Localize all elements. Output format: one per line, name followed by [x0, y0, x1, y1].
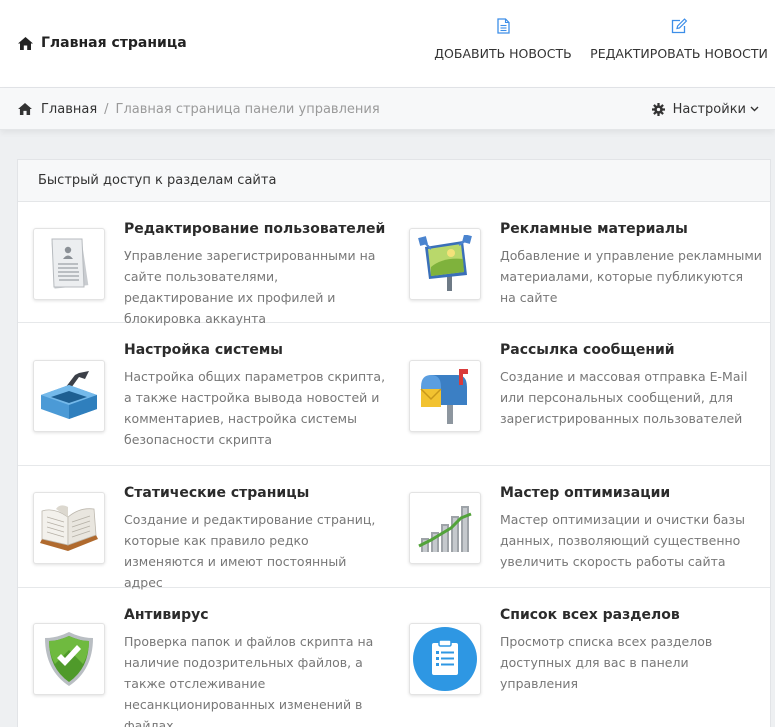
edit-news-label: РЕДАКТИРОВАТЬ НОВОСТИ [590, 46, 768, 61]
item-title: Редактирование пользователей [124, 221, 386, 237]
thumbnail [33, 623, 105, 695]
quick-link-mailing[interactable]: Рассылка сообщений Создание и массовая о… [394, 323, 770, 465]
item-title: Статические страницы [124, 485, 310, 501]
breadcrumb: Главная / Главная страница панели управл… [18, 100, 380, 118]
gear-icon [651, 102, 665, 116]
item-description: Добавление и управление рекламными матер… [500, 248, 762, 305]
quick-link-edit-users[interactable]: Редактирование пользователей Управление … [18, 202, 394, 326]
thumbnail [33, 492, 105, 564]
item-description: Управление зарегистрированными на сайте … [124, 248, 376, 326]
chevron-down-icon [750, 106, 759, 112]
quick-link-static-pages[interactable]: Статические страницы Создание и редактир… [18, 466, 394, 590]
thumbnail [33, 228, 105, 300]
item-description: Мастер оптимизации и очистки базы данных… [500, 512, 745, 569]
quick-access-row: Статические страницы Создание и редактир… [18, 466, 770, 590]
file-text-icon [496, 18, 510, 34]
quick-link-antivirus[interactable]: Антивирус Проверка папок и файлов скрипт… [18, 588, 394, 727]
quick-access-panel: Быстрый доступ к разделам сайта Редактир… [17, 159, 771, 727]
clipboard-list-icon [413, 627, 477, 691]
thumbnail [409, 623, 481, 695]
add-news-label: ДОБАВИТЬ НОВОСТЬ [434, 46, 572, 61]
toolbox-icon [41, 371, 97, 419]
top-bar: Главная страница ДОБАВИТЬ НОВОСТЬ РЕДАКТ… [0, 0, 775, 88]
quick-access-row: Настройка системы Настройка общих параме… [18, 323, 770, 466]
item-title: Список всех разделов [500, 607, 680, 623]
user-document-icon [51, 238, 89, 289]
edit-news-button[interactable]: РЕДАКТИРОВАТЬ НОВОСТИ [590, 18, 768, 61]
quick-link-all-sections[interactable]: Список всех разделов Просмотр списка все… [394, 588, 770, 727]
item-title: Рекламные материалы [500, 221, 688, 237]
item-description: Просмотр списка всех разделов доступных … [500, 634, 713, 691]
settings-dropdown[interactable]: Настройки [651, 100, 759, 118]
panel-title: Быстрый доступ к разделам сайта [18, 160, 770, 202]
breadcrumb-bar: Главная / Главная страница панели управл… [0, 88, 775, 130]
item-description: Создание и массовая отправка E-Mail или … [500, 369, 748, 426]
billboard-icon [418, 235, 472, 291]
breadcrumb-home-link[interactable]: Главная [41, 102, 97, 117]
page-title: Главная страница [18, 33, 187, 53]
settings-label: Настройки [672, 101, 746, 117]
home-icon [18, 103, 32, 115]
quick-access-row: Антивирус Проверка папок и файлов скрипт… [18, 588, 770, 727]
item-title: Настройка системы [124, 342, 283, 358]
item-title: Рассылка сообщений [500, 342, 675, 358]
quick-link-system-settings[interactable]: Настройка системы Настройка общих параме… [18, 323, 394, 465]
breadcrumb-separator: / [104, 101, 109, 117]
shield-check-icon [45, 632, 93, 686]
quick-access-grid: Редактирование пользователей Управление … [18, 202, 770, 727]
item-title: Мастер оптимизации [500, 485, 671, 501]
thumbnail [409, 360, 481, 432]
breadcrumb-current: Главная страница панели управления [115, 101, 380, 117]
item-description: Проверка папок и файлов скрипта на налич… [124, 634, 374, 727]
add-news-button[interactable]: ДОБАВИТЬ НОВОСТЬ [434, 18, 572, 61]
item-title: Антивирус [124, 607, 209, 623]
mailbox-icon [420, 369, 468, 424]
item-description: Создание и редактирование страниц, котор… [124, 512, 376, 590]
thumbnail [33, 360, 105, 432]
thumbnail [409, 492, 481, 564]
edit-icon [671, 18, 687, 34]
quick-link-optimization[interactable]: Мастер оптимизации Мастер оптимизации и … [394, 466, 770, 587]
open-book-icon [40, 505, 98, 551]
item-description: Настройка общих параметров скрипта, а та… [124, 369, 386, 447]
page-title-text: Главная страница [41, 35, 187, 51]
bar-chart-icon [418, 506, 472, 552]
home-icon [18, 36, 33, 50]
quick-link-ad-materials[interactable]: Рекламные материалы Добавление и управле… [394, 202, 770, 322]
quick-access-row: Редактирование пользователей Управление … [18, 202, 770, 326]
thumbnail [409, 228, 481, 300]
